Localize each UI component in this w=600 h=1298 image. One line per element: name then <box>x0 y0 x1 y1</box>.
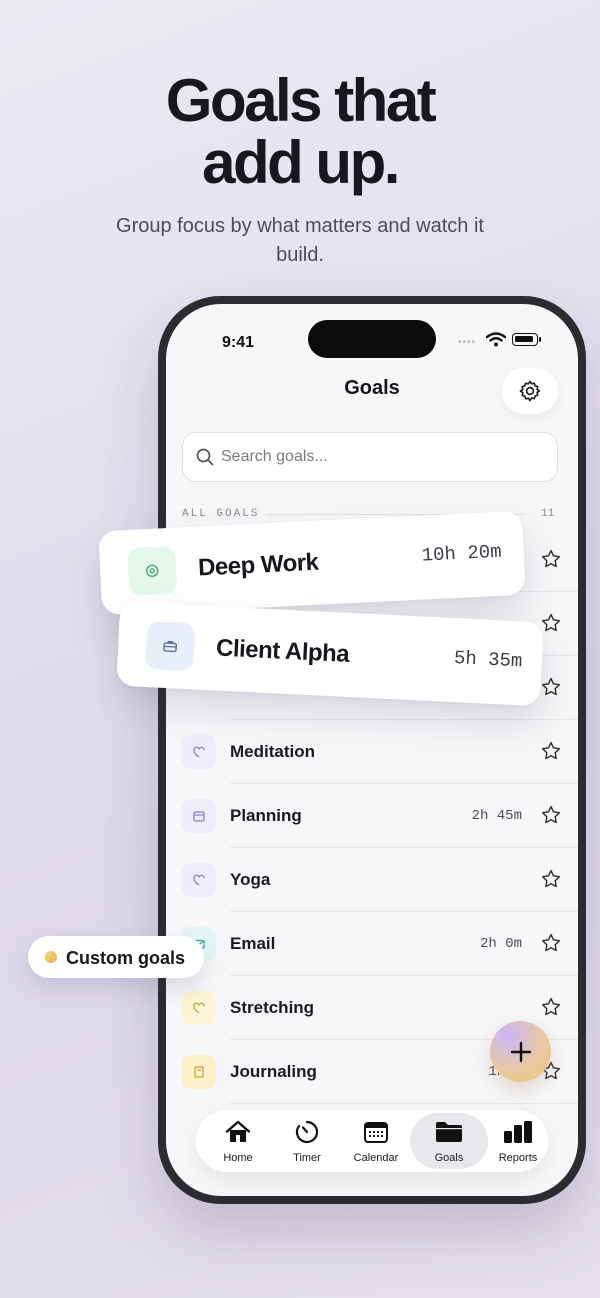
list-item[interactable]: Yoga <box>182 848 578 912</box>
dot-icon <box>45 951 57 963</box>
wifi-icon <box>486 332 506 347</box>
star-icon[interactable] <box>540 868 562 890</box>
custom-goals-pill: Custom goals <box>28 936 204 978</box>
goal-time: 2h 0m <box>479 936 522 952</box>
search-input[interactable] <box>221 433 541 480</box>
goal-name: Meditation <box>230 742 315 761</box>
battery-icon <box>512 333 541 346</box>
goal-icon-badge <box>182 863 216 897</box>
row-divider <box>230 1103 578 1104</box>
target-icon <box>145 564 159 578</box>
tab-reports[interactable]: Reports <box>484 1110 552 1172</box>
floating-card-time: 5h 35m <box>453 647 523 673</box>
star-icon[interactable] <box>540 740 562 762</box>
bar-chart-icon <box>503 1118 533 1146</box>
goal-name: Email <box>230 934 276 953</box>
goal-name: Planning <box>230 806 302 825</box>
tab-label: Timer <box>293 1152 321 1164</box>
folder-icon <box>434 1118 464 1146</box>
headline-line-1: Goals that <box>165 67 437 134</box>
calendar-icon <box>193 811 205 822</box>
floating-card-icon <box>127 545 178 596</box>
tab-calendar[interactable]: Calendar <box>342 1110 410 1172</box>
star-icon[interactable] <box>540 676 562 698</box>
briefcase-icon <box>163 640 177 653</box>
tab-home[interactable]: Home <box>204 1110 272 1172</box>
add-goal-button[interactable] <box>490 1021 551 1082</box>
star-icon[interactable] <box>540 612 562 634</box>
settings-button[interactable] <box>502 368 558 414</box>
list-item[interactable]: Meditation <box>182 720 578 784</box>
heart-icon <box>193 874 205 886</box>
goal-icon-badge <box>182 735 216 769</box>
status-time: 9:41 <box>222 334 255 351</box>
heart-icon <box>193 746 205 758</box>
search-icon <box>196 448 214 466</box>
tab-label: Home <box>223 1152 253 1164</box>
goal-icon-badge <box>182 1055 216 1089</box>
goal-icon-badge <box>182 799 216 833</box>
home-icon <box>223 1118 253 1146</box>
star-icon[interactable] <box>540 932 562 954</box>
signal-icon: •••• <box>458 337 477 348</box>
plus-icon <box>510 1041 531 1062</box>
timer-icon <box>292 1118 322 1146</box>
headline: Goals that add up. <box>0 70 600 194</box>
goal-icon-badge <box>182 991 216 1025</box>
list-item[interactable]: Email 2h 0m <box>182 912 578 976</box>
headline-line-2: add up. <box>202 129 400 196</box>
gear-icon <box>519 380 541 402</box>
floating-card-icon <box>145 621 196 672</box>
heart-icon <box>193 1002 205 1014</box>
floating-card-name: Client Alpha <box>215 634 350 668</box>
section-count: 11 <box>541 508 555 520</box>
goal-name: Journaling <box>230 1062 317 1081</box>
search-bar[interactable] <box>182 432 558 482</box>
goal-name: Yoga <box>230 870 271 889</box>
goal-time: 2h 45m <box>471 808 522 824</box>
tab-timer[interactable]: Timer <box>273 1110 341 1172</box>
tab-goals[interactable]: Goals <box>410 1113 488 1169</box>
floating-card-name: Deep Work <box>197 548 320 582</box>
floating-card-time: 10h 20m <box>421 540 503 567</box>
tab-label: Calendar <box>353 1152 399 1164</box>
list-item[interactable]: Planning 2h 45m <box>182 784 578 848</box>
book-icon <box>194 1066 204 1078</box>
star-icon[interactable] <box>540 548 562 570</box>
tab-bar: Home Timer Calendar Goals Reports <box>196 1110 548 1172</box>
star-icon[interactable] <box>540 804 562 826</box>
calendar-icon <box>361 1118 391 1146</box>
dynamic-island <box>308 320 436 358</box>
subhead: Group focus by what matters and watch it… <box>116 215 484 266</box>
tab-label: Reports <box>498 1152 538 1164</box>
tab-label: Goals <box>434 1152 464 1164</box>
pill-label: Custom goals <box>66 948 186 968</box>
star-icon[interactable] <box>540 996 562 1018</box>
goal-name: Stretching <box>230 998 315 1017</box>
section-label: ALL GOALS <box>182 508 260 520</box>
